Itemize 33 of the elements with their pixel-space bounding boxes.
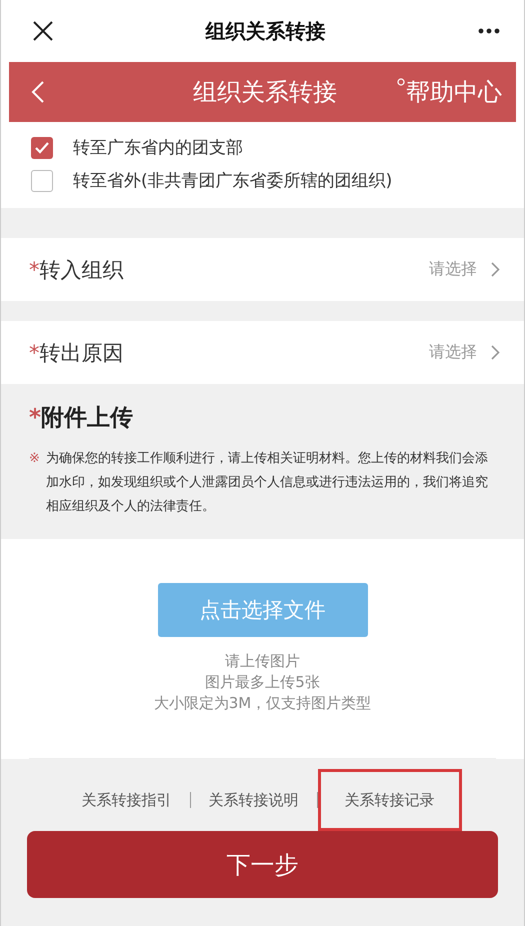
chevron-right-icon — [491, 345, 500, 360]
page-title: 组织关系转接 — [206, 18, 326, 44]
field-label: 转出原因 — [40, 340, 124, 364]
select-placeholder: 请选择 — [429, 342, 477, 363]
header-title: 组织关系转接 — [192, 77, 337, 108]
checkbox[interactable] — [31, 170, 53, 192]
chevron-right-icon — [491, 262, 500, 277]
next-button[interactable]: 下一步 — [27, 831, 498, 898]
required-mark: * — [29, 405, 42, 431]
field-label: 转入组织 — [40, 258, 124, 282]
footer-link[interactable]: 关系转接指引 — [64, 770, 190, 830]
back-icon[interactable] — [31, 80, 45, 104]
select-row[interactable]: *转入组织 请选择 — [1, 238, 524, 301]
select-placeholder: 请选择 — [429, 259, 477, 280]
ring-icon — [397, 78, 405, 86]
checkbox[interactable] — [31, 136, 53, 158]
upload-hint: 图片最多上传5张 — [205, 672, 320, 693]
upload-hint: 大小限定为3M，仅支持图片类型 — [154, 693, 372, 714]
footer-link[interactable]: 关系转接记录 — [326, 770, 452, 830]
footer-link[interactable]: 关系转接说明 — [190, 770, 316, 830]
notice-text: 为确保您的转接工作顺利进行，请上传相关证明材料。您上传的材料我们会添加水印，如发现组织或个人泄露团员个人信息或进行违法运用的，我们将追究相应组织及个人的法律责任。 — [46, 450, 489, 516]
note-mark: ※ — [29, 450, 40, 468]
required-mark: * — [29, 258, 40, 282]
checkmark-icon — [35, 142, 49, 154]
required-mark: * — [29, 340, 40, 364]
section-title: 附件上传 — [41, 405, 134, 431]
upload-hint: 请上传图片 — [225, 651, 300, 672]
more-icon[interactable] — [478, 28, 500, 34]
help-link[interactable]: 帮助中心 — [397, 76, 502, 108]
select-row[interactable]: *转出原因 请选择 — [1, 321, 524, 384]
close-icon[interactable] — [33, 21, 53, 41]
option-label: 转至广东省内的团支部 — [73, 137, 243, 159]
option-label: 转至省外(非共青团广东省委所辖的团组织) — [73, 170, 392, 192]
